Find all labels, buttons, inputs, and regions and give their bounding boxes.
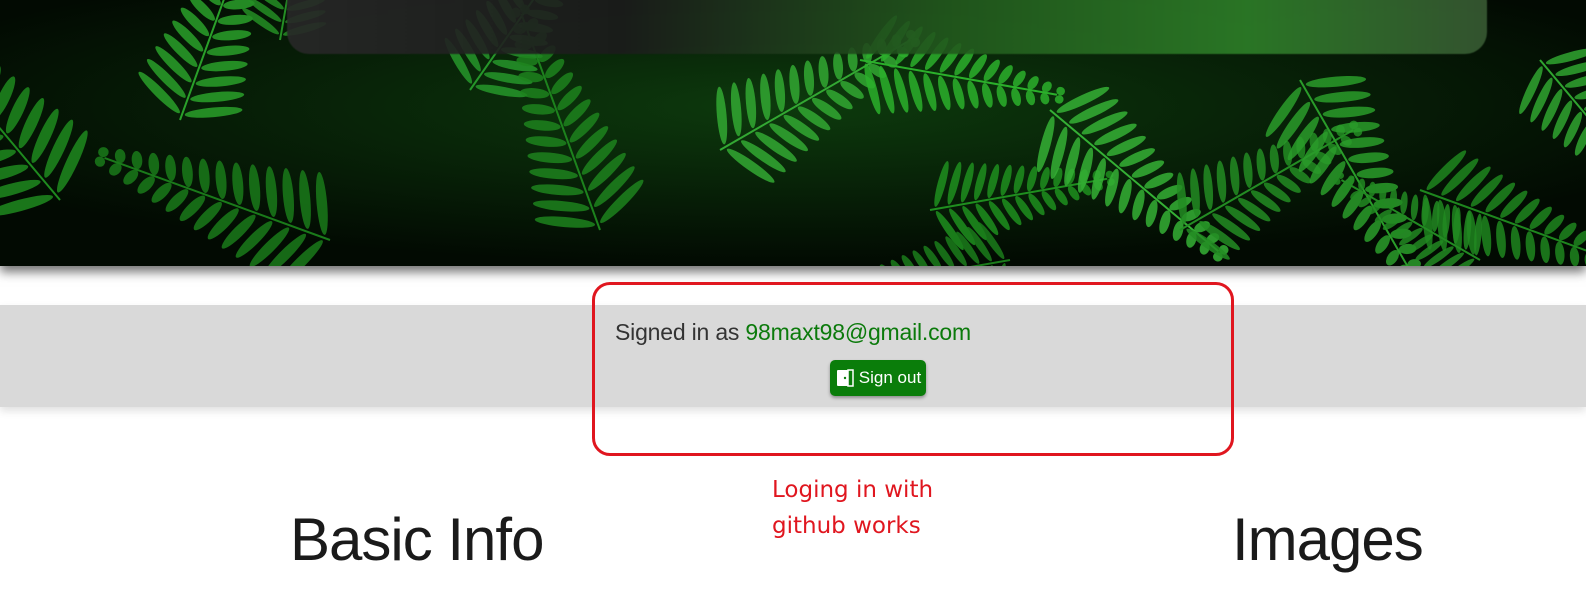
hero-banner (0, 0, 1586, 266)
signed-in-label: Signed in as (615, 319, 746, 345)
auth-panel: Signed in as 98maxt98@gmail.com Sign out (0, 305, 1586, 407)
section-title-basic-info: Basic Info (290, 506, 544, 573)
annotation-note: Loging in with github works (772, 477, 934, 539)
section-title-images: Images (1232, 506, 1424, 573)
user-email: 98maxt98@gmail.com (745, 319, 971, 345)
page: Signed in as 98maxt98@gmail.com Sign out… (0, 0, 1586, 598)
signed-in-text: Signed in as 98maxt98@gmail.com (0, 319, 1586, 346)
sign-out-label: Sign out (858, 368, 922, 387)
top-navigation-bar (287, 0, 1487, 54)
door-exit-icon (835, 368, 855, 388)
sign-out-button[interactable]: Sign out (830, 360, 926, 396)
